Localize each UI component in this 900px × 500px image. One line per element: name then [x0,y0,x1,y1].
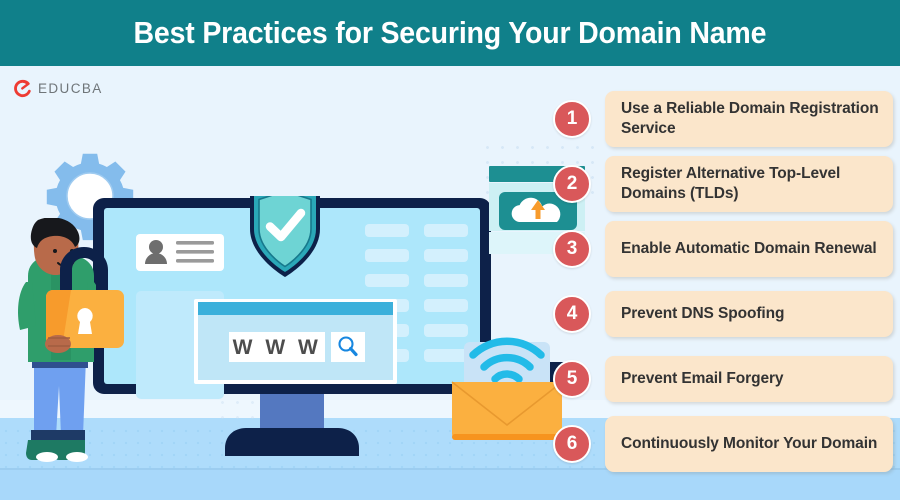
list-item[interactable]: 3 Enable Automatic Domain Renewal [553,218,893,280]
browser-titlebar [198,302,393,315]
item-label: Continuously Monitor Your Domain [621,435,878,453]
item-number-badge: 2 [553,165,591,203]
browser-search-button [331,332,365,362]
item-number-badge: 5 [553,360,591,398]
item-label: Register Alternative Top-Level Domains (… [621,165,841,202]
item-number-badge: 4 [553,295,591,333]
item-label: Enable Automatic Domain Renewal [621,240,877,258]
desktop-monitor-illustration: W W W [93,196,491,456]
brand-logo-text: EDUCBA [38,81,103,96]
item-card[interactable]: Enable Automatic Domain Renewal [605,221,893,277]
person-jeans [34,358,86,436]
browser-window: W W W [194,299,397,384]
list-item[interactable]: 4 Prevent DNS Spoofing [553,283,893,345]
header-banner: Best Practices for Securing Your Domain … [0,0,900,66]
browser-www-label: W W W [233,336,322,359]
item-number-badge: 1 [553,100,591,138]
item-card[interactable]: Register Alternative Top-Level Domains (… [605,156,893,212]
infographic-canvas: Best Practices for Securing Your Domain … [0,0,900,500]
item-card[interactable]: Continuously Monitor Your Domain [605,416,893,472]
person-holding-padlock-illustration [18,218,124,462]
list-item[interactable]: 1 Use a Reliable Domain Registration Ser… [553,88,893,150]
best-practices-list: 1 Use a Reliable Domain Registration Ser… [553,88,893,478]
item-label: Prevent Email Forgery [621,370,784,388]
monitor-stand-base [225,428,359,456]
list-item[interactable]: 5 Prevent Email Forgery [553,348,893,410]
item-number-badge: 6 [553,425,591,463]
user-profile-card-icon [136,234,224,271]
brand-logo: EDUCBA [12,78,103,99]
page-title: Best Practices for Securing Your Domain … [133,15,767,50]
list-item[interactable]: 2 Register Alternative Top-Level Domains… [553,153,893,215]
item-label: Prevent DNS Spoofing [621,305,785,323]
item-card[interactable]: Use a Reliable Domain Registration Servi… [605,91,893,147]
item-card[interactable]: Prevent DNS Spoofing [605,291,893,337]
educba-swirl-icon [14,79,31,98]
list-item[interactable]: 6 Continuously Monitor Your Domain [553,413,893,475]
keyhole-icon [77,308,93,334]
item-card[interactable]: Prevent Email Forgery [605,356,893,402]
item-label: Use a Reliable Domain Registration Servi… [621,100,879,137]
item-number-badge: 3 [553,230,591,268]
